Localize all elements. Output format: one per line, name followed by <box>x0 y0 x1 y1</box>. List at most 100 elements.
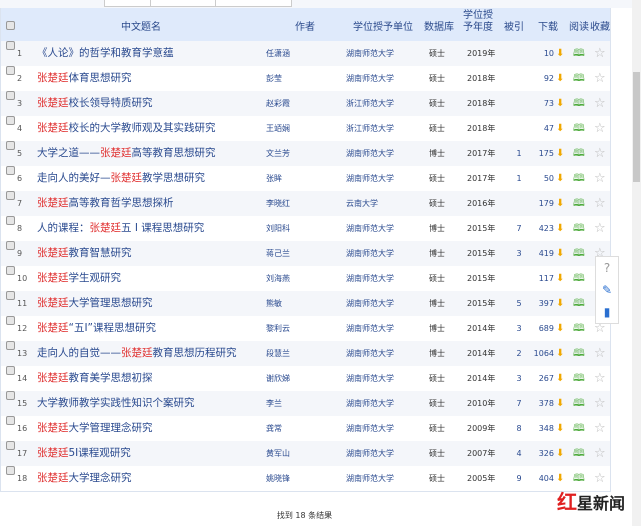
author-link[interactable]: 黎利云 <box>266 316 290 341</box>
download-icon[interactable]: ⬇ <box>556 416 564 441</box>
thesis-title-link[interactable]: 张楚廷教育智慧研究 <box>37 241 132 266</box>
thesis-title-link[interactable]: 大学教师教学实践性知识个案研究 <box>37 391 195 416</box>
cited-count[interactable]: 7 <box>511 216 527 241</box>
unit-link[interactable]: 湖南师范大学 <box>346 341 394 366</box>
thesis-title-link[interactable]: 张楚廷5I课程观研究 <box>37 441 131 466</box>
cited-count[interactable]: 5 <box>511 291 527 316</box>
row-checkbox[interactable] <box>6 266 15 275</box>
row-checkbox[interactable] <box>6 166 15 175</box>
favorite-star-icon[interactable]: ☆ <box>594 41 606 66</box>
download-icon[interactable]: ⬇ <box>556 366 564 391</box>
favorite-star-icon[interactable]: ☆ <box>594 91 606 116</box>
author-link[interactable]: 文兰芳 <box>266 141 290 166</box>
favorite-star-icon[interactable]: ☆ <box>594 216 606 241</box>
favorite-star-icon[interactable]: ☆ <box>594 441 606 466</box>
unit-link[interactable]: 湖南师范大学 <box>346 441 394 466</box>
thesis-title-link[interactable]: 张楚廷大学管理思想研究 <box>37 291 153 316</box>
cited-count[interactable]: 8 <box>511 416 527 441</box>
favorite-star-icon[interactable]: ☆ <box>594 166 606 191</box>
cited-count[interactable]: 1 <box>511 166 527 191</box>
thesis-title-link[interactable]: 大学之道——张楚廷高等教育思想研究 <box>37 141 216 166</box>
author-link[interactable]: 刘阳科 <box>266 216 290 241</box>
pencil-icon[interactable]: ✎ <box>596 279 618 301</box>
read-book-icon[interactable]: 🕮 <box>573 216 585 241</box>
row-checkbox[interactable] <box>6 366 15 375</box>
download-icon[interactable]: ⬇ <box>556 166 564 191</box>
author-link[interactable]: 黄军山 <box>266 441 290 466</box>
cited-count[interactable]: 2 <box>511 341 527 366</box>
unit-link[interactable]: 湖南师范大学 <box>346 391 394 416</box>
read-book-icon[interactable]: 🕮 <box>573 291 585 316</box>
unit-link[interactable]: 湖南师范大学 <box>346 291 394 316</box>
thesis-title-link[interactable]: 张楚廷体育思想研究 <box>37 66 132 91</box>
read-book-icon[interactable]: 🕮 <box>573 266 585 291</box>
thesis-title-link[interactable]: 张楚廷教育美学思想初探 <box>37 366 153 391</box>
download-icon[interactable]: ⬇ <box>556 91 564 116</box>
document-icon[interactable]: ▮ <box>596 301 618 323</box>
download-icon[interactable]: ⬇ <box>556 291 564 316</box>
download-icon[interactable]: ⬇ <box>556 216 564 241</box>
download-icon[interactable]: ⬇ <box>556 116 564 141</box>
row-checkbox[interactable] <box>6 466 15 475</box>
thesis-title-link[interactable]: 人的课程：张楚廷五 Ⅰ 课程思想研究 <box>37 216 204 241</box>
download-icon[interactable]: ⬇ <box>556 41 564 66</box>
thesis-title-link[interactable]: 张楚廷学生观研究 <box>37 266 121 291</box>
thesis-title-link[interactable]: 张楚廷高等教育哲学思想探析 <box>37 191 174 216</box>
author-link[interactable]: 熊敏 <box>266 291 282 316</box>
author-link[interactable]: 段慧兰 <box>266 341 290 366</box>
author-link[interactable]: 王竡娴 <box>266 116 290 141</box>
unit-link[interactable]: 湖南师范大学 <box>346 66 394 91</box>
read-book-icon[interactable]: 🕮 <box>573 191 585 216</box>
favorite-star-icon[interactable]: ☆ <box>594 66 606 91</box>
cited-count[interactable]: 7 <box>511 391 527 416</box>
read-book-icon[interactable]: 🕮 <box>573 316 585 341</box>
unit-link[interactable]: 湖南师范大学 <box>346 366 394 391</box>
row-checkbox[interactable] <box>6 391 15 400</box>
col-cited[interactable]: 被引 <box>504 18 524 33</box>
unit-link[interactable]: 湖南师范大学 <box>346 466 394 491</box>
download-icon[interactable]: ⬇ <box>556 241 564 266</box>
author-link[interactable]: 张眸 <box>266 166 282 191</box>
cited-count[interactable]: 9 <box>511 466 527 491</box>
col-unit[interactable]: 学位授予单位 <box>353 18 413 33</box>
author-link[interactable]: 谢欣娣 <box>266 366 290 391</box>
cited-count[interactable]: 3 <box>511 366 527 391</box>
col-year[interactable]: 学位授予年度 <box>460 10 496 34</box>
row-checkbox[interactable] <box>6 216 15 225</box>
row-checkbox[interactable] <box>6 341 15 350</box>
help-icon[interactable]: ? <box>596 257 618 279</box>
thesis-title-link[interactable]: 走向人的美好—张楚廷教学思想研究 <box>37 166 205 191</box>
read-book-icon[interactable]: 🕮 <box>573 66 585 91</box>
download-icon[interactable]: ⬇ <box>556 191 564 216</box>
favorite-star-icon[interactable]: ☆ <box>594 116 606 141</box>
download-icon[interactable]: ⬇ <box>556 66 564 91</box>
unit-link[interactable]: 湖南师范大学 <box>346 141 394 166</box>
unit-link[interactable]: 湖南师范大学 <box>346 266 394 291</box>
col-author[interactable]: 作者 <box>295 18 315 33</box>
unit-link[interactable]: 浙江师范大学 <box>346 91 394 116</box>
read-book-icon[interactable]: 🕮 <box>573 166 585 191</box>
row-checkbox[interactable] <box>6 116 15 125</box>
thesis-title-link[interactable]: 张楚廷“五Ⅰ”课程思想研究 <box>37 316 156 341</box>
author-link[interactable]: 蒋己兰 <box>266 241 290 266</box>
download-icon[interactable]: ⬇ <box>556 341 564 366</box>
download-icon[interactable]: ⬇ <box>556 441 564 466</box>
select-all-checkbox[interactable] <box>6 21 15 30</box>
download-icon[interactable]: ⬇ <box>556 391 564 416</box>
favorite-star-icon[interactable]: ☆ <box>594 416 606 441</box>
author-link[interactable]: 刘海燕 <box>266 266 290 291</box>
read-book-icon[interactable]: 🕮 <box>573 391 585 416</box>
row-checkbox[interactable] <box>6 416 15 425</box>
row-checkbox[interactable] <box>6 291 15 300</box>
author-link[interactable]: 姚晓锋 <box>266 466 290 491</box>
thesis-title-link[interactable]: 张楚廷校长领导特质研究 <box>37 91 153 116</box>
unit-link[interactable]: 湖南师范大学 <box>346 416 394 441</box>
read-book-icon[interactable]: 🕮 <box>573 116 585 141</box>
author-link[interactable]: 李晓红 <box>266 191 290 216</box>
scrollbar-thumb[interactable] <box>633 72 640 182</box>
row-checkbox[interactable] <box>6 91 15 100</box>
unit-link[interactable]: 湖南师范大学 <box>346 241 394 266</box>
author-link[interactable]: 赵彩霞 <box>266 91 290 116</box>
author-link[interactable]: 李兰 <box>266 391 282 416</box>
scrollbar[interactable] <box>632 0 641 526</box>
